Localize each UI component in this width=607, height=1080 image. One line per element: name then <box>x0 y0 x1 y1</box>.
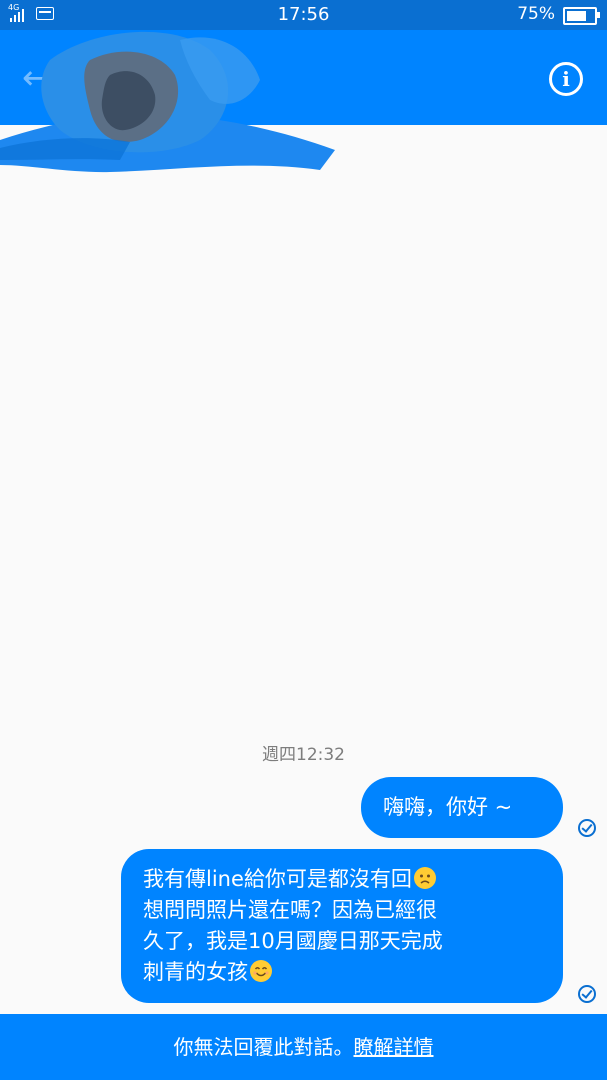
message-text: 嗨嗨，你好 ~ <box>383 795 513 819</box>
battery-icon <box>563 7 600 25</box>
message-line: 想問問照片還在嗎？因為已經很 <box>143 898 437 922</box>
smiling-face-emoji <box>250 960 272 982</box>
redaction-scribble <box>0 31 335 173</box>
message-line: 我有傳line給你可是都沒有回 <box>143 864 545 895</box>
conversation-timestamp: 週四12:32 <box>262 745 345 765</box>
info-icon[interactable]: i <box>549 62 583 96</box>
message-bubble[interactable]: 嗨嗨，你好 ~ <box>361 777 563 838</box>
message-line: 久了，我是10月國慶日那天完成 <box>143 929 443 953</box>
cannot-reply-banner: 你無法回覆此對話。瞭解詳情 <box>0 1014 607 1080</box>
cannot-reply-notice: 你無法回覆此對話。 <box>173 1035 354 1059</box>
read-receipt-icon <box>578 819 596 837</box>
sad-face-emoji <box>413 867 436 889</box>
message-bubble[interactable]: 我有傳line給你可是都沒有回 想問問照片還在嗎？因為已經很 久了，我是10月國… <box>121 849 563 1003</box>
battery-percent: 75% <box>517 4 555 24</box>
read-receipt-icon <box>578 985 596 1003</box>
message-line: 刺青的女孩 <box>143 957 545 988</box>
learn-more-link[interactable]: 瞭解詳情 <box>354 1035 434 1059</box>
